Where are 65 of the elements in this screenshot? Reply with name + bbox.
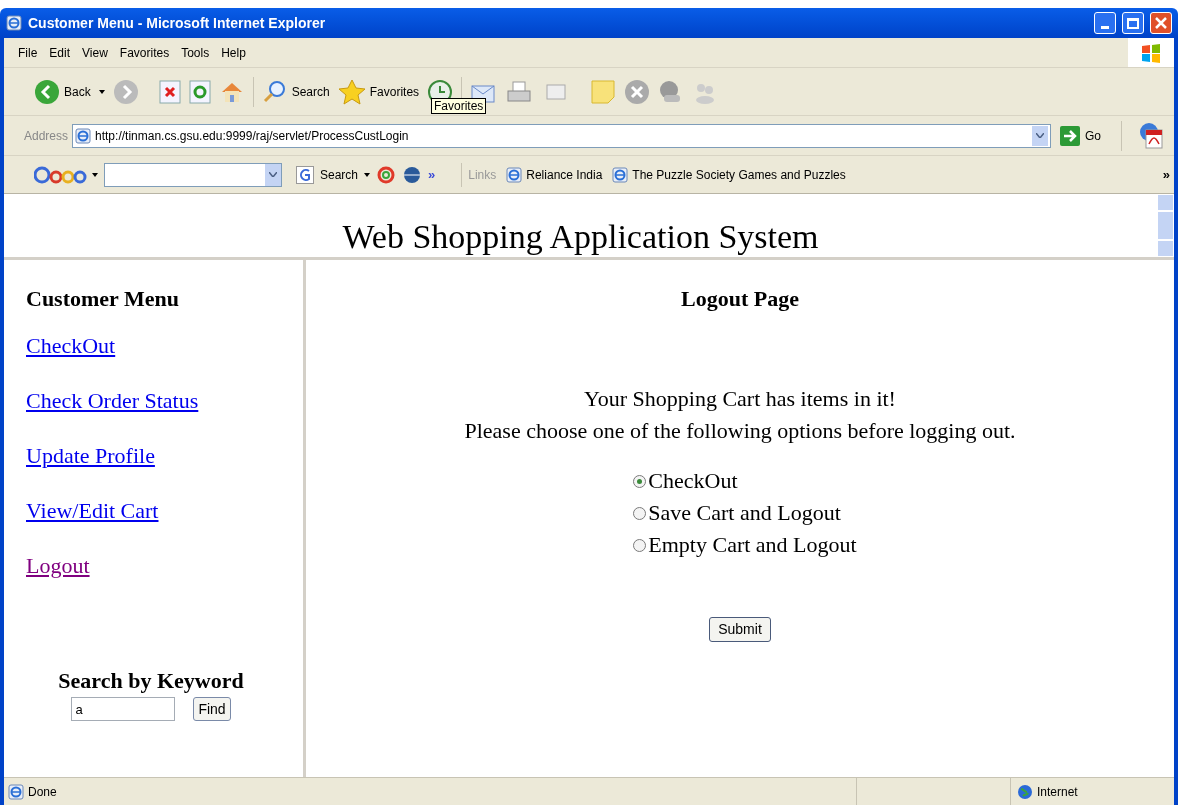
page-icon	[75, 127, 92, 144]
submit-button[interactable]: Submit	[709, 617, 771, 642]
menu-item[interactable]: File	[14, 43, 42, 62]
sidebar-link[interactable]: Logout	[26, 549, 90, 582]
more-button[interactable]: »	[428, 164, 436, 185]
menu-item[interactable]: View	[78, 43, 112, 62]
link-button[interactable]: The Puzzle Society Games and Puzzles	[612, 165, 846, 184]
google-logo-icon[interactable]	[34, 164, 98, 185]
close-icon	[1155, 17, 1167, 29]
message-text: Please choose one of the following options before logging out.	[464, 417, 1016, 445]
radio-button[interactable]	[633, 474, 647, 488]
links-label: Links	[468, 166, 497, 184]
menu-item[interactable]: Edit	[45, 43, 75, 62]
flag-logo-icon	[1140, 41, 1162, 64]
maximize-button[interactable]	[1122, 12, 1144, 34]
address-field[interactable]: http://tinman.cs.gsu.edu:9999/raj/servlet/ProcessCustLogin	[72, 123, 1051, 148]
search-icon	[261, 78, 288, 105]
site-title: Web Shopping Application System	[342, 217, 819, 257]
google-search-button[interactable]: Search	[296, 165, 359, 184]
address-label: Address	[24, 127, 69, 145]
zone-text: Internet	[1037, 783, 1078, 801]
browser-icon	[6, 15, 22, 31]
scrollbar[interactable]	[1157, 194, 1174, 257]
link-button[interactable]: Reliance India	[506, 165, 603, 184]
page-heading: Logout Page	[681, 285, 799, 313]
go-button[interactable]: Go	[1055, 124, 1105, 147]
message-text: Your Shopping Cart has items in it!	[584, 385, 896, 413]
page-icon	[8, 783, 24, 800]
search-title: Search by Keyword	[58, 667, 244, 695]
google-g-icon	[296, 165, 314, 184]
radio-button[interactable]	[633, 506, 647, 520]
sidebar-link[interactable]: View/Edit Cart	[26, 494, 159, 527]
stop-icon[interactable]	[158, 79, 181, 104]
dropdown-caret-icon[interactable]	[364, 172, 371, 177]
minimize-button[interactable]	[1094, 12, 1116, 34]
radio-button[interactable]	[633, 538, 647, 552]
search-button[interactable]: Search	[261, 78, 330, 105]
dropdown-caret-icon[interactable]	[98, 89, 105, 94]
keyword-field[interactable]: a	[71, 697, 176, 721]
sidebar-link[interactable]: Update Profile	[26, 439, 155, 472]
tooltip: Favorites	[431, 98, 487, 114]
back-button[interactable]: Back	[34, 78, 91, 105]
overflow-button[interactable]: »	[1162, 164, 1170, 185]
circle-cross-icon[interactable]	[624, 78, 651, 105]
find-button[interactable]: Find	[193, 697, 231, 721]
option-label: Save Cart and Logout	[648, 499, 841, 527]
pdf-icon[interactable]	[1138, 121, 1164, 150]
page-icon	[612, 166, 629, 183]
menu-item[interactable]: Help	[217, 43, 250, 62]
option-label: Empty Cart and Logout	[648, 531, 857, 559]
print-icon[interactable]	[506, 78, 533, 105]
close-button[interactable]	[1150, 12, 1172, 34]
sidebar-link[interactable]: CheckOut	[26, 329, 116, 362]
google-search-field[interactable]	[104, 162, 282, 187]
favorites-button[interactable]: Favorites	[337, 78, 420, 105]
refresh-icon[interactable]	[188, 79, 211, 104]
sidebar-link[interactable]: Check Order Status	[26, 384, 199, 417]
star-icon	[337, 78, 366, 105]
menu-item[interactable]: Favorites	[115, 43, 174, 62]
menu-item[interactable]: Tools	[177, 43, 214, 62]
window-title: Customer Menu - Microsoft Internet Explorer	[28, 13, 327, 33]
page-icon	[506, 166, 523, 183]
status-text: Done	[28, 783, 58, 801]
sidebar-title: Customer Menu	[26, 285, 180, 313]
option-label: CheckOut	[648, 467, 738, 495]
